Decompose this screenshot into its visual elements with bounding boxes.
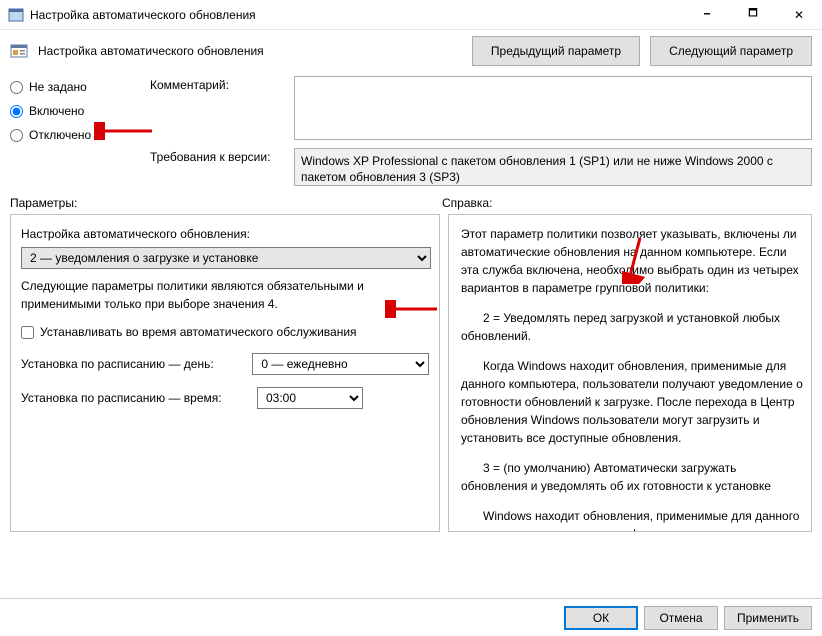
requirements-label: Требования к версии: [150, 148, 286, 186]
help-paragraph: 3 = (по умолчанию) Автоматически загружа… [461, 459, 805, 495]
dialog-footer: ОК Отмена Применить [0, 598, 822, 636]
requirements-row: Требования к версии: Windows XP Professi… [150, 148, 812, 186]
header-row: Настройка автоматического обновления Пре… [0, 30, 822, 76]
window-title: Настройка автоматического обновления [30, 8, 684, 22]
close-button[interactable] [776, 0, 822, 29]
install-day-select[interactable]: 0 — ежедневно [252, 353, 429, 375]
radio-enabled[interactable]: Включено [10, 104, 140, 118]
install-time-row: Установка по расписанию — время: 03:00 [21, 387, 429, 409]
help-section-label: Справка: [442, 196, 812, 210]
update-mode-label: Настройка автоматического обновления: [21, 225, 429, 243]
maintenance-checkbox[interactable] [21, 326, 34, 339]
maintenance-checkbox-row[interactable]: Устанавливать во время автоматического о… [21, 323, 429, 341]
help-paragraph: 2 = Уведомлять перед загрузкой и установ… [461, 309, 805, 345]
options-section-label: Параметры: [10, 196, 442, 210]
radio-not-configured-label: Не задано [29, 80, 87, 94]
options-panel: Настройка автоматического обновления: 2 … [10, 214, 440, 532]
policy-icon [10, 42, 28, 60]
help-paragraph: Этот параметр политики позволяет указыва… [461, 225, 805, 297]
radio-enabled-label: Включено [29, 104, 84, 118]
app-icon [8, 7, 24, 23]
policy-state-row: Не задано Включено Отключено Комментарий… [0, 76, 822, 192]
comment-row: Комментарий: [150, 76, 812, 140]
radio-disabled-input[interactable] [10, 129, 23, 142]
maximize-button[interactable] [730, 0, 776, 29]
help-paragraph: Когда Windows находит обновления, примен… [461, 357, 805, 447]
maintenance-checkbox-label: Устанавливать во время автоматического о… [40, 323, 357, 341]
options-note: Следующие параметры политики являются об… [21, 277, 429, 313]
ok-button[interactable]: ОК [564, 606, 638, 630]
radio-disabled[interactable]: Отключено [10, 128, 140, 142]
update-mode-select[interactable]: 2 — уведомления о загрузке и установке [21, 247, 431, 269]
sections-header-row: Параметры: Справка: [0, 192, 822, 214]
install-day-label: Установка по расписанию — день: [21, 355, 244, 373]
titlebar: Настройка автоматического обновления [0, 0, 822, 30]
radio-not-configured[interactable]: Не задано [10, 80, 140, 94]
previous-setting-button[interactable]: Предыдущий параметр [472, 36, 640, 66]
minimize-button[interactable] [684, 0, 730, 29]
panels-row: Настройка автоматического обновления: 2 … [0, 214, 822, 532]
radio-enabled-input[interactable] [10, 105, 23, 118]
install-time-label: Установка по расписанию — время: [21, 389, 249, 407]
install-day-row: Установка по расписанию — день: 0 — ежед… [21, 353, 429, 375]
comment-label: Комментарий: [150, 76, 286, 140]
state-radio-group: Не задано Включено Отключено [10, 76, 140, 186]
apply-button[interactable]: Применить [724, 606, 812, 630]
policy-title: Настройка автоматического обновления [38, 44, 462, 58]
requirements-text[interactable]: Windows XP Professional с пакетом обновл… [294, 148, 812, 186]
window-controls [684, 0, 822, 29]
fields-column: Комментарий: Требования к версии: Window… [150, 76, 812, 186]
comment-input[interactable] [294, 76, 812, 140]
radio-disabled-label: Отключено [29, 128, 91, 142]
next-setting-button[interactable]: Следующий параметр [650, 36, 812, 66]
cancel-button[interactable]: Отмена [644, 606, 718, 630]
help-panel[interactable]: Этот параметр политики позволяет указыва… [448, 214, 812, 532]
install-time-select[interactable]: 03:00 [257, 387, 363, 409]
radio-not-configured-input[interactable] [10, 81, 23, 94]
help-paragraph: Windows находит обновления, применимые д… [461, 507, 805, 532]
